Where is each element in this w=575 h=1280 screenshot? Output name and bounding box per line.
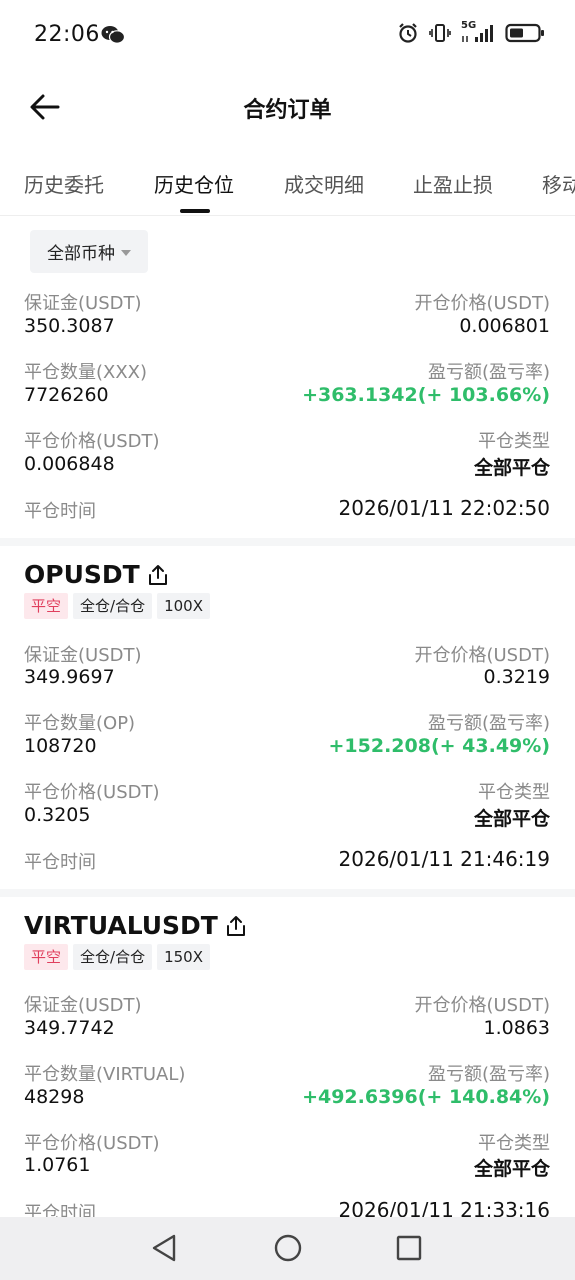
status-bar: 22:06 5G <box>0 0 575 70</box>
margin-label: 保证金(USDT) <box>24 293 142 314</box>
close-type-label: 平仓类型 <box>478 431 550 452</box>
tag-row: 平空 全仓/合仓 100X <box>24 593 210 619</box>
symbol-name: VIRTUALUSDT <box>24 911 218 940</box>
tab-trade-details[interactable]: 成交明细 <box>284 169 364 198</box>
close-type-value: 全部平仓 <box>473 1158 550 1180</box>
page-title: 合约订单 <box>243 98 332 123</box>
pnl-label: 盈亏额(盈亏率) <box>427 1064 550 1085</box>
margin-mode-tag: 全仓/合仓 <box>73 944 153 970</box>
close-type-label: 平仓类型 <box>478 1133 550 1154</box>
close-type-value: 全部平仓 <box>473 457 550 479</box>
coin-filter-dropdown[interactable]: 全部币种 <box>30 230 148 273</box>
symbol-name: OPUSDT <box>24 560 140 589</box>
share-icon[interactable] <box>226 915 246 937</box>
pnl-value: +152.208(+ 43.49%) <box>328 735 551 757</box>
margin-label: 保证金(USDT) <box>24 995 142 1016</box>
tab-tp-sl[interactable]: 止盈止损 <box>413 169 493 198</box>
margin-value: 349.9697 <box>24 666 115 688</box>
battery-icon <box>505 23 544 43</box>
close-price-value: 0.006848 <box>24 453 115 475</box>
open-price-value: 0.3219 <box>483 666 550 688</box>
card-divider <box>0 889 575 897</box>
signal-indicator: 5G <box>461 20 495 44</box>
tab-trailing[interactable]: 移动 <box>542 169 575 198</box>
tab-history-positions[interactable]: 历史仓位 <box>154 169 234 198</box>
close-qty-label: 平仓数量(OP) <box>24 713 136 734</box>
symbol-title: VIRTUALUSDT <box>24 911 246 940</box>
leverage-tag: 100X <box>157 593 210 619</box>
open-price-label: 开仓价格(USDT) <box>414 995 550 1016</box>
vibrate-icon <box>429 24 451 42</box>
close-type-label: 平仓类型 <box>478 782 550 803</box>
close-qty-value: 48298 <box>24 1086 85 1108</box>
close-time-value: 2026/01/11 21:46:19 <box>338 847 550 871</box>
margin-value: 350.3087 <box>24 315 115 337</box>
open-price-value: 1.0863 <box>483 1017 550 1039</box>
caret-down-icon <box>121 249 131 256</box>
symbol-title: OPUSDT <box>24 560 168 589</box>
close-time-label: 平仓时间 <box>24 501 96 522</box>
close-qty-value: 108720 <box>24 735 97 757</box>
active-tab-indicator <box>180 209 210 213</box>
margin-label: 保证金(USDT) <box>24 645 142 666</box>
close-price-value: 1.0761 <box>24 1154 91 1176</box>
wechat-icon <box>101 26 125 44</box>
tag-row: 平空 全仓/合仓 150X <box>24 944 210 970</box>
close-price-label: 平仓价格(USDT) <box>24 431 160 452</box>
signal-icon <box>462 25 493 42</box>
coin-filter-label: 全部币种 <box>47 244 115 264</box>
close-price-label: 平仓价格(USDT) <box>24 1133 160 1154</box>
close-qty-label: 平仓数量(VIRTUAL) <box>24 1064 186 1085</box>
open-price-label: 开仓价格(USDT) <box>414 645 550 666</box>
tab-bar: 历史委托 历史仓位 成交明细 止盈止损 移动 <box>0 145 575 216</box>
close-qty-value: 7726260 <box>24 384 109 406</box>
status-time: 22:06 <box>34 22 100 47</box>
close-time-label: 平仓时间 <box>24 852 96 873</box>
card-divider <box>0 538 575 546</box>
tab-history-orders[interactable]: 历史委托 <box>24 169 104 198</box>
close-price-value: 0.3205 <box>24 804 91 826</box>
open-price-label: 开仓价格(USDT) <box>414 293 550 314</box>
nav-back-icon[interactable] <box>150 1233 178 1263</box>
system-nav-bar <box>0 1217 575 1280</box>
pnl-label: 盈亏额(盈亏率) <box>427 362 550 383</box>
nav-home-icon[interactable] <box>273 1233 303 1263</box>
close-time-value: 2026/01/11 22:02:50 <box>338 496 550 520</box>
open-price-value: 0.006801 <box>459 315 550 337</box>
alarm-icon <box>399 23 417 43</box>
leverage-tag: 150X <box>157 944 210 970</box>
nav-recents-icon[interactable] <box>396 1233 422 1263</box>
share-icon[interactable] <box>148 564 168 586</box>
close-price-label: 平仓价格(USDT) <box>24 782 160 803</box>
side-tag: 平空 <box>24 944 69 970</box>
pnl-value: +363.1342(+ 103.66%) <box>302 384 550 406</box>
close-qty-label: 平仓数量(XXX) <box>24 362 148 383</box>
side-tag: 平空 <box>24 593 69 619</box>
header: 合约订单 <box>0 70 575 145</box>
pnl-label: 盈亏额(盈亏率) <box>427 713 550 734</box>
pnl-value: +492.6396(+ 140.84%) <box>302 1086 550 1108</box>
margin-value: 349.7742 <box>24 1017 115 1039</box>
margin-mode-tag: 全仓/合仓 <box>73 593 153 619</box>
close-type-value: 全部平仓 <box>473 808 550 830</box>
